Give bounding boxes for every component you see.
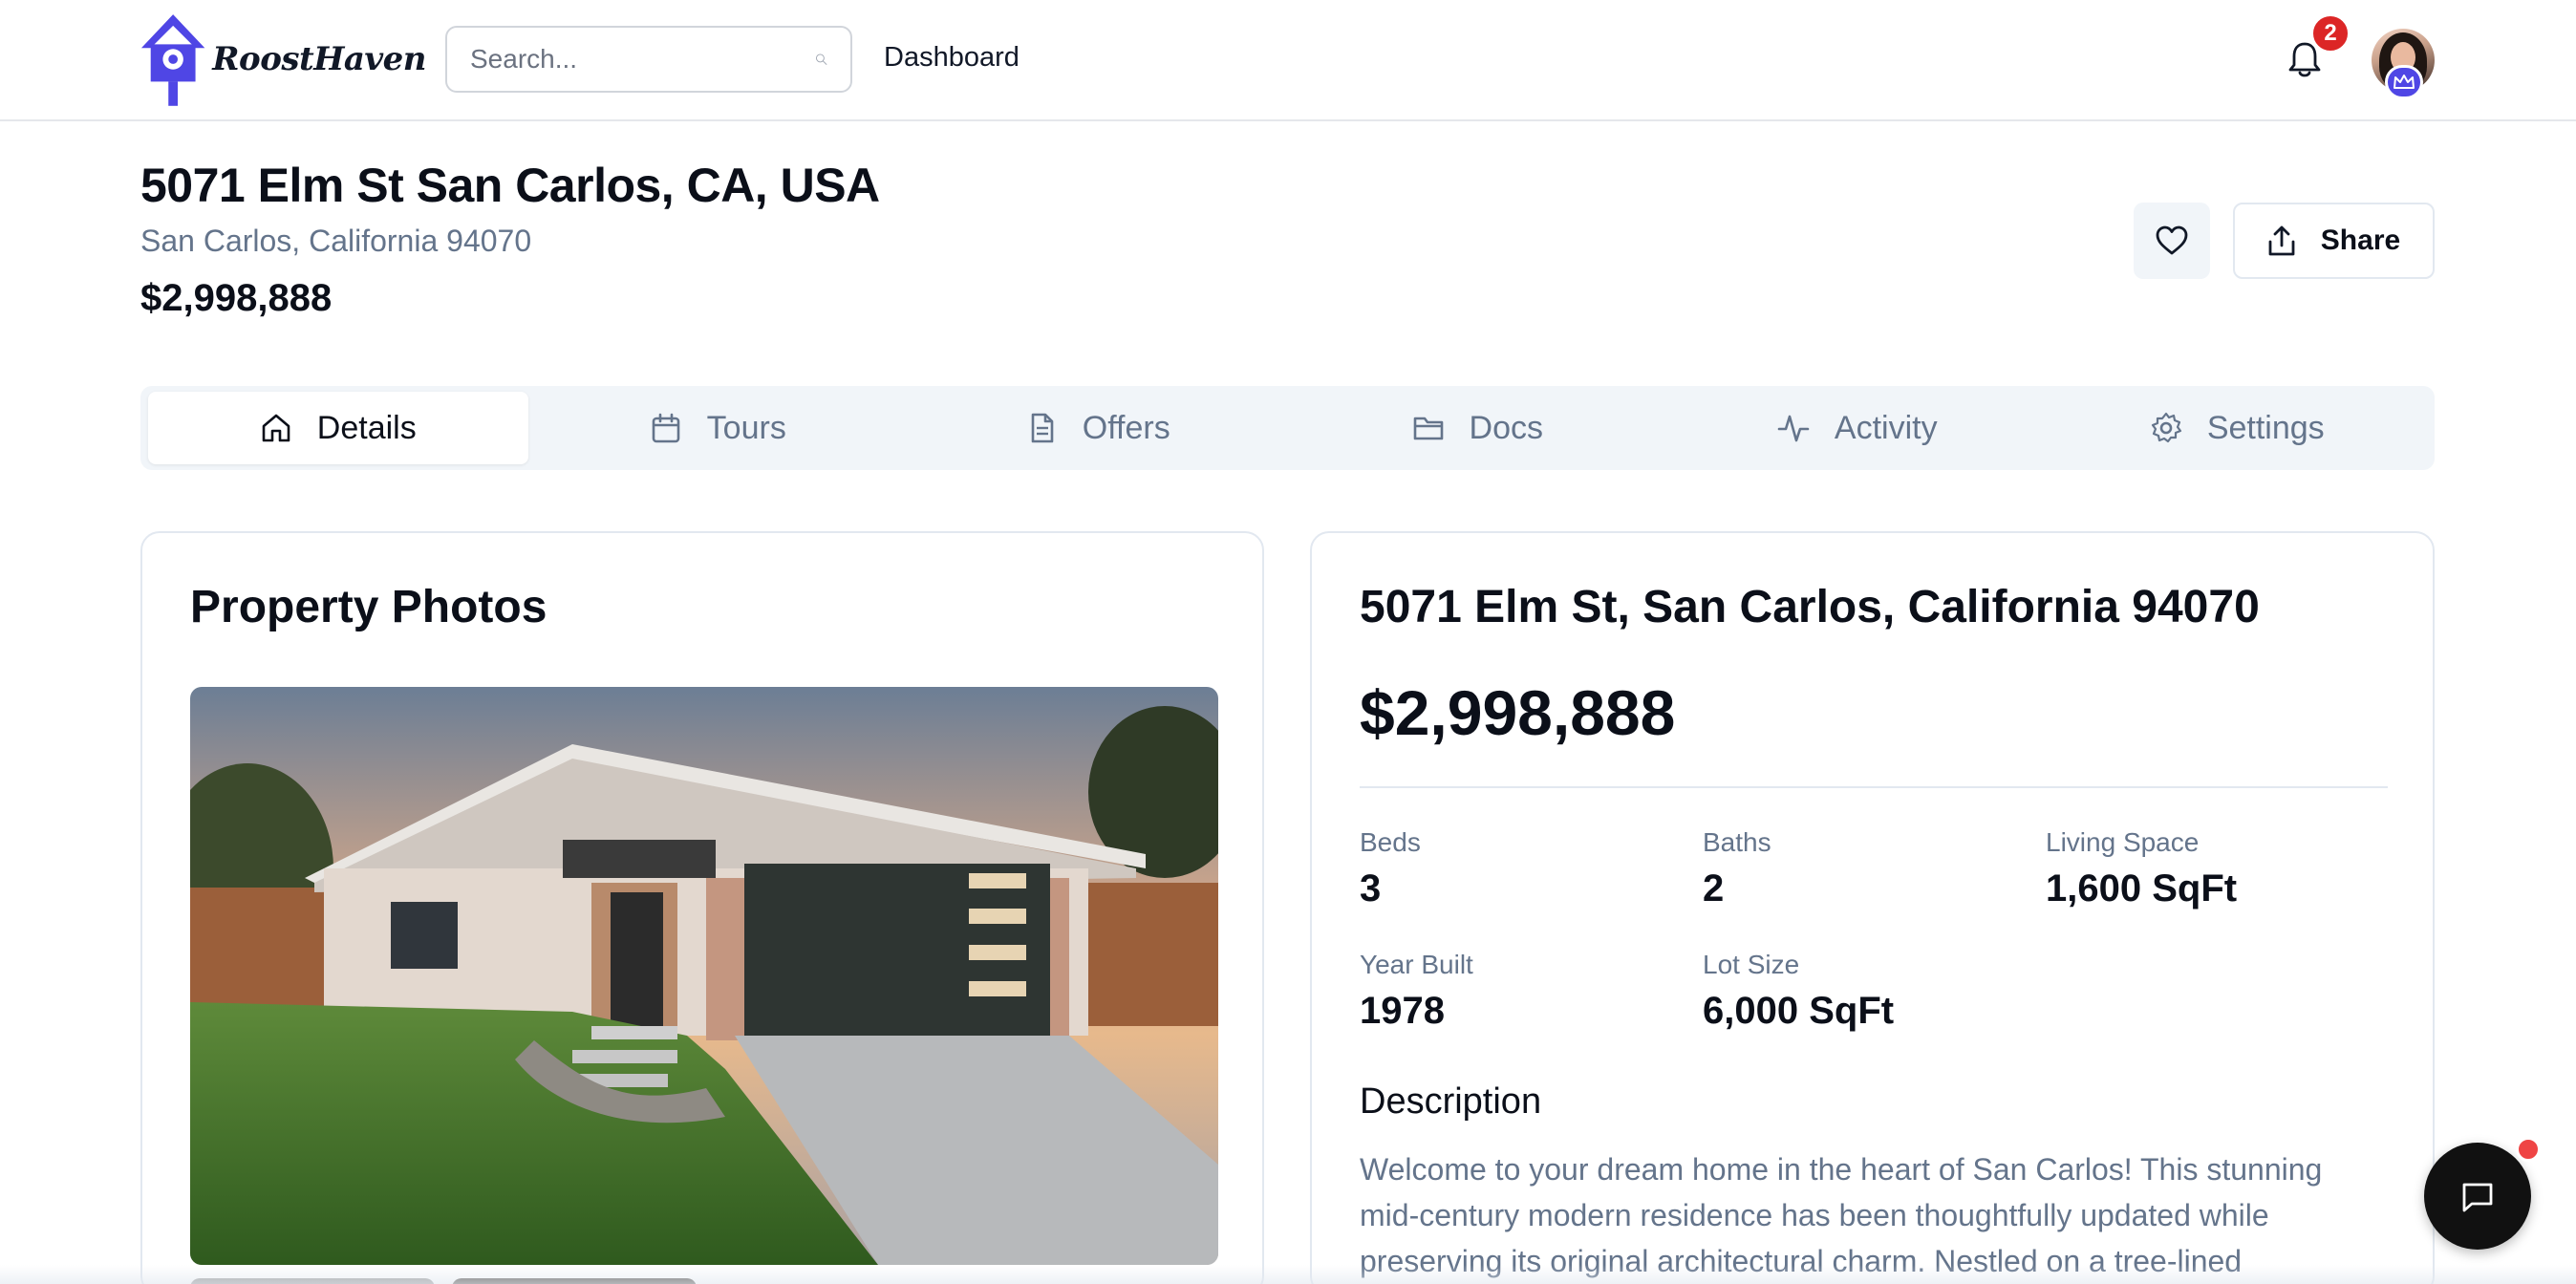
photos-section-title: Property Photos	[190, 582, 547, 632]
stat-value-beds: 3	[1360, 867, 1382, 910]
details-price: $2,998,888	[1360, 677, 1676, 748]
property-location: San Carlos, California 94070	[140, 224, 532, 258]
crown-icon	[2394, 75, 2415, 89]
calendar-icon	[652, 413, 679, 443]
property-tabs: Details Tours Offers Docs Activity Setti…	[140, 386, 2435, 470]
favorite-button[interactable]	[2134, 203, 2210, 279]
stat-label-lot-size: Lot Size	[1703, 950, 1800, 979]
home-icon	[262, 414, 290, 442]
notification-count-badge: 2	[2310, 13, 2351, 54]
tab-settings[interactable]: Settings	[2048, 392, 2428, 464]
activity-icon	[1777, 415, 1810, 442]
tab-docs[interactable]: Docs	[1288, 392, 1668, 464]
stat-value-baths: 2	[1703, 867, 1725, 910]
folder-icon	[1413, 417, 1443, 440]
brand-logo[interactable]: RoostHaven	[140, 11, 426, 107]
share-icon	[2268, 225, 2295, 256]
property-photos-card: Property Photos	[140, 531, 1264, 1284]
details-address: 5071 Elm St, San Carlos, California 9407…	[1360, 582, 2260, 632]
stat-value-lot-size: 6,000 SqFt	[1703, 990, 1895, 1032]
page-title: 5071 Elm St San Carlos, CA, USA	[140, 159, 880, 212]
property-details-card: 5071 Elm St, San Carlos, California 9407…	[1310, 531, 2435, 1284]
stat-label-year-built: Year Built	[1360, 950, 1473, 979]
chat-button[interactable]	[2424, 1143, 2531, 1250]
bottom-edge	[0, 1265, 2576, 1284]
tab-details[interactable]: Details	[148, 392, 528, 464]
tab-activity[interactable]: Activity	[1667, 392, 2048, 464]
description-text: Welcome to your dream home in the heart …	[1360, 1152, 2323, 1278]
gear-icon	[2151, 412, 2181, 443]
birdhouse-logo-icon	[140, 14, 205, 106]
document-icon	[1031, 413, 1054, 443]
property-main-photo[interactable]	[190, 687, 1218, 1265]
tab-tours[interactable]: Tours	[528, 392, 909, 464]
tab-offers[interactable]: Offers	[908, 392, 1288, 464]
search-input[interactable]	[470, 44, 815, 75]
search-icon[interactable]	[815, 42, 827, 76]
top-navigation-bar: RoostHaven Dashboard 2	[0, 0, 2576, 121]
property-price: $2,998,888	[140, 277, 333, 319]
stat-label-living-space: Living Space	[2046, 827, 2200, 857]
chat-bubble-icon	[2462, 1183, 2493, 1212]
brand-name: RoostHaven	[212, 40, 426, 78]
stat-value-year-built: 1978	[1360, 990, 1445, 1032]
share-label: Share	[2320, 225, 2401, 256]
share-button[interactable]: Share	[2233, 203, 2435, 279]
search-box[interactable]	[445, 26, 852, 93]
divider	[1360, 786, 2388, 788]
nav-dashboard-link[interactable]: Dashboard	[884, 42, 1020, 74]
stat-value-living-space: 1,600 SqFt	[2046, 867, 2238, 910]
stat-label-baths: Baths	[1703, 827, 1771, 857]
crown-badge-icon	[2385, 65, 2423, 99]
heart-icon	[2156, 225, 2188, 255]
chat-unread-dot	[2516, 1137, 2541, 1162]
description-title: Description	[1360, 1081, 1542, 1122]
stat-label-beds: Beds	[1360, 827, 1421, 857]
